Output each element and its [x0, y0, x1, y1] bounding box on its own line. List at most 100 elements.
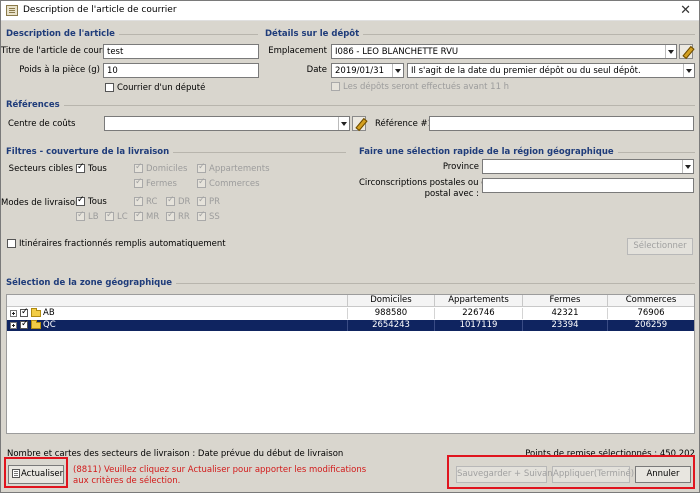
before-11h-checkbox[interactable] [331, 82, 340, 91]
expand-icon[interactable] [10, 310, 17, 317]
expand-icon[interactable] [10, 322, 17, 329]
mode-mr-checkbox[interactable] [134, 210, 143, 221]
article-title-label: Titre de l'article de courrier [1, 46, 117, 56]
refresh-button[interactable]: Actualiser [8, 465, 64, 484]
window-title: Description de l'article de courrier [23, 5, 177, 15]
mode-dr-checkbox[interactable] [166, 195, 175, 206]
select-region-label: Sélectionner [633, 241, 687, 251]
row-name: QC [43, 320, 348, 331]
close-icon[interactable]: ✕ [680, 3, 691, 18]
folder-icon [31, 308, 41, 317]
row-commerces: 76906 [637, 308, 665, 318]
row-appartements: 1017119 [435, 320, 523, 331]
cancel-button[interactable]: Annuler [635, 466, 691, 483]
apply-button[interactable]: Appliquer(Terminé) [552, 466, 634, 483]
date-picker[interactable]: 2019/01/31 [331, 63, 404, 78]
grid-header-domiciles[interactable]: Domiciles [348, 295, 435, 307]
table-row-selected[interactable]: QC 2654243 1017119 23394 206259 [7, 319, 694, 331]
row-appartements: 226746 [435, 308, 523, 319]
auto-itineraries-checkbox[interactable] [7, 239, 16, 248]
deposit-section-title: Détails sur le dépôt [265, 29, 364, 39]
edit-location-pencil-icon[interactable] [679, 44, 693, 59]
refresh-label: Actualiser [21, 469, 64, 479]
sector-fermes-checkbox[interactable] [134, 177, 143, 188]
row-checkbox[interactable] [20, 307, 29, 317]
sector-fermes-label: Fermes [146, 179, 177, 189]
zone-grid[interactable]: Domiciles Appartements Fermes Commerces … [6, 294, 695, 434]
sector-commerces-label: Commerces [209, 179, 260, 189]
mode-rc-label: RC [146, 197, 158, 207]
chevron-down-icon[interactable] [682, 160, 693, 173]
province-label: Province [442, 162, 479, 172]
date-type-select[interactable]: Il s'agit de la date du premier dépôt ou… [407, 63, 695, 78]
mode-lb-label: LB [88, 212, 99, 222]
save-next-button[interactable]: Sauvegarder + Suivant [456, 466, 556, 483]
grid-header-fermes[interactable]: Fermes [523, 295, 608, 307]
chevron-down-icon[interactable] [683, 64, 694, 77]
chevron-down-icon[interactable] [338, 117, 349, 130]
select-region-button[interactable]: Sélectionner [627, 238, 693, 255]
all-modes-checkbox[interactable] [76, 195, 85, 206]
province-combobox[interactable] [482, 159, 694, 174]
zone-section-title: Sélection de la zone géographique [6, 278, 177, 288]
chevron-down-icon[interactable] [665, 45, 676, 58]
section-divider [6, 105, 695, 106]
chevron-down-icon[interactable] [392, 64, 403, 77]
edit-cost-center-pencil-icon[interactable] [352, 116, 366, 131]
row-fermes: 42321 [523, 308, 608, 319]
mode-ss-label: SS [209, 212, 220, 222]
row-name: AB [43, 308, 348, 319]
date-value: 2019/01/31 [335, 66, 384, 76]
location-combobox[interactable]: I086 - LEO BLANCHETTE RVU [331, 44, 677, 59]
before-11h-label: Les dépôts seront effectués avant 11 h [343, 82, 510, 92]
folder-icon [31, 320, 41, 329]
mode-ss-checkbox[interactable] [197, 210, 206, 221]
row-commerces: 206259 [634, 320, 668, 330]
all-modes-label: Tous [88, 197, 107, 207]
app-document-icon [6, 5, 18, 16]
sector-domiciles-label: Domiciles [146, 164, 188, 174]
all-sectors-label: Tous [88, 164, 107, 174]
postal-label-line2: postal avec : [424, 189, 479, 199]
quick-select-section-title: Faire une sélection rapide de la région … [359, 147, 618, 157]
grid-header-commerces[interactable]: Commerces [608, 295, 694, 307]
sector-appartements-checkbox[interactable] [197, 162, 206, 173]
mode-pr-label: PR [209, 197, 221, 207]
filters-section-title: Filtres - couverture de la livraison [6, 147, 174, 157]
mode-rr-checkbox[interactable] [166, 210, 175, 221]
article-title-input[interactable]: test [103, 44, 259, 59]
date-type-value: Il s'agit de la date du premier dépôt ou… [411, 66, 641, 76]
mode-lb-checkbox[interactable] [76, 210, 85, 221]
sector-domiciles-checkbox[interactable] [134, 162, 143, 173]
weight-label: Poids à la pièce (g) [19, 65, 100, 75]
mode-lc-label: LC [117, 212, 128, 222]
mode-mr-label: MR [146, 212, 160, 222]
title-bar: Description de l'article de courrier ✕ [1, 1, 699, 21]
reference1-label: Référence #1 [375, 119, 434, 129]
save-next-label: Sauvegarder + Suivant [457, 469, 556, 479]
sector-commerces-checkbox[interactable] [197, 177, 206, 188]
location-label: Emplacement [268, 46, 327, 56]
apply-label: Appliquer(Terminé) [553, 469, 635, 479]
article-section-title: Description de l'article [6, 29, 119, 39]
deputy-mail-checkbox[interactable] [105, 83, 114, 92]
cost-center-combobox[interactable] [104, 116, 350, 131]
mode-lc-checkbox[interactable] [105, 210, 114, 221]
cancel-label: Annuler [646, 469, 680, 479]
row-checkbox[interactable] [20, 319, 29, 329]
date-label: Date [306, 65, 327, 75]
all-sectors-checkbox[interactable] [76, 162, 85, 173]
grid-header-name [7, 295, 348, 307]
reference1-input[interactable] [429, 116, 694, 131]
location-value: I086 - LEO BLANCHETTE RVU [335, 47, 459, 57]
postal-input[interactable] [482, 178, 694, 193]
mode-rc-checkbox[interactable] [134, 195, 143, 206]
grid-header-appartements[interactable]: Appartements [435, 295, 523, 307]
dialog-window: Description de l'article de courrier ✕ D… [0, 0, 700, 493]
table-row[interactable]: AB 988580 226746 42321 76906 [7, 307, 694, 319]
row-fermes: 23394 [523, 320, 608, 331]
mode-pr-checkbox[interactable] [197, 195, 206, 206]
sector-appartements-label: Appartements [209, 164, 270, 174]
row-domiciles: 988580 [348, 308, 435, 319]
weight-input[interactable]: 10 [103, 63, 259, 78]
